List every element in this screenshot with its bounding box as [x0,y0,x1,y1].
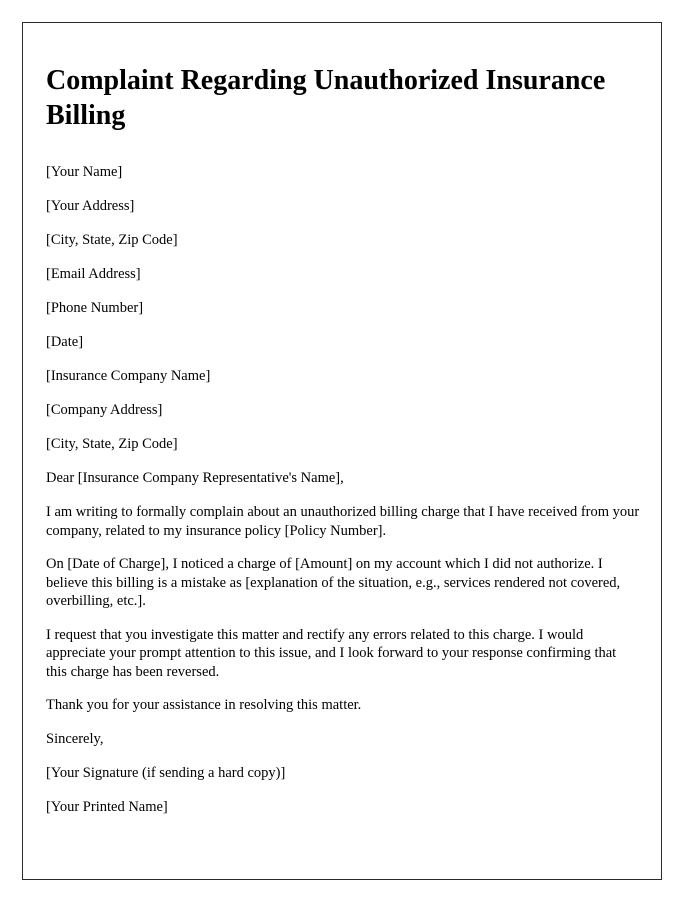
recipient-city-state-zip-line: [City, State, Zip Code] [46,436,178,452]
body-paragraph-4: Thank you for your assistance in resolvi… [46,697,362,713]
letter-body: I am writing to formally complain about … [46,488,640,715]
closing-salutation: Sincerely, [46,730,104,747]
sender-phone-line: [Phone Number] [46,300,144,316]
sender-city-state-zip-line: [City, State, Zip Code] [46,232,178,248]
printed-name-line: [Your Printed Name] [46,798,168,815]
salutation-line: Dear [Insurance Company Representative's… [46,470,344,486]
signature-line: [Your Signature (if sending a hard copy)… [46,764,286,781]
sender-email-line: [Email Address] [46,266,141,282]
recipient-address-block: [Insurance Company Name] [Company Addres… [46,352,640,454]
date-line: [Date] [46,334,84,350]
document-content: Complaint Regarding Unauthorized Insuran… [46,45,640,817]
page-title: Complaint Regarding Unauthorized Insuran… [46,65,606,131]
recipient-company-name-line: [Insurance Company Name] [46,368,211,384]
body-paragraph-2: On [Date of Charge], I noticed a charge … [46,556,621,609]
sender-address-line: [Your Address] [46,198,135,214]
sender-name-line: [Your Name] [46,164,123,180]
body-paragraph-3: I request that you investigate this matt… [46,626,617,680]
sender-address-block: [Your Name] [Your Address] [City, State,… [46,133,640,352]
recipient-company-address-line: [Company Address] [46,402,163,418]
body-paragraph-1: I am writing to formally complain about … [46,504,640,539]
letter-closing-block: Sincerely, [Your Signature (if sending a… [46,715,640,817]
document-page: Complaint Regarding Unauthorized Insuran… [22,22,662,880]
